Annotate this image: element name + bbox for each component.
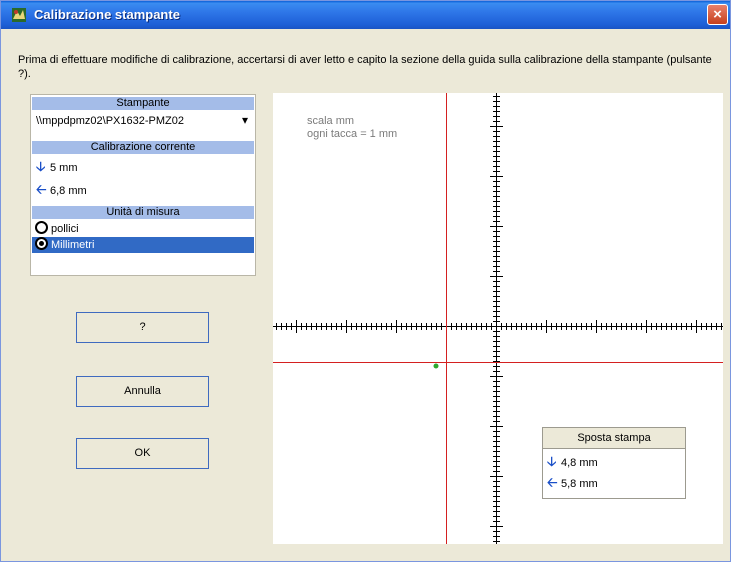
move-print-panel: Sposta stampa 🡣 4,8 mm 🡠 5,8 mm	[542, 427, 686, 499]
units-header: Unità di misura	[32, 206, 254, 219]
arrow-down-icon: 🡣	[547, 454, 557, 469]
cancel-button[interactable]: Annulla	[76, 376, 209, 407]
move-horizontal-value: 5,8 mm	[561, 478, 598, 490]
printer-dropdown[interactable]: \\mppdpmz02\PX1632-PMZ02 ▾	[32, 112, 253, 132]
current-calibration-header: Calibrazione corrente	[32, 141, 254, 154]
settings-panel: Stampante \\mppdpmz02\PX1632-PMZ02 ▾ Cal…	[30, 94, 256, 276]
arrow-left-icon: 🡠	[36, 182, 47, 197]
calibration-point	[433, 363, 439, 369]
close-button[interactable]: ×	[707, 4, 728, 25]
unit-option-inches-label: pollici	[51, 223, 79, 235]
app-icon	[12, 8, 26, 22]
window-title: Calibrazione stampante	[34, 7, 180, 22]
move-print-header: Sposta stampa	[543, 428, 685, 449]
move-vertical-value: 4,8 mm	[561, 457, 598, 469]
help-button[interactable]: ?	[76, 312, 209, 343]
printer-dropdown-value: \\mppdpmz02\PX1632-PMZ02	[36, 115, 184, 127]
arrow-left-icon: 🡠	[547, 475, 558, 490]
current-vertical-value: 5 mm	[50, 162, 78, 174]
unit-option-millimeters[interactable]: Millimetri	[32, 237, 254, 253]
current-horizontal-value: 6,8 mm	[50, 185, 87, 197]
current-vertical-row: 🡣 5 mm	[32, 158, 254, 175]
move-vertical-row: 🡣 4,8 mm	[543, 453, 598, 471]
title-bar[interactable]: Calibrazione stampante ×	[1, 1, 730, 29]
unit-option-inches[interactable]: pollici	[32, 221, 254, 237]
ok-button[interactable]: OK	[76, 438, 209, 469]
printer-header: Stampante	[32, 97, 254, 110]
radio-inches[interactable]	[35, 221, 48, 234]
move-horizontal-row: 🡠 5,8 mm	[543, 474, 598, 492]
current-horizontal-row: 🡠 6,8 mm	[32, 181, 254, 198]
calibration-window: Calibrazione stampante × Prima di effett…	[0, 0, 731, 562]
chevron-down-icon[interactable]: ▾	[242, 113, 248, 127]
intro-text: Prima di effettuare modifiche di calibra…	[18, 54, 712, 80]
radio-millimeters[interactable]	[35, 237, 48, 250]
arrow-down-icon: 🡣	[36, 159, 46, 174]
unit-option-millimeters-label: Millimetri	[51, 239, 95, 251]
